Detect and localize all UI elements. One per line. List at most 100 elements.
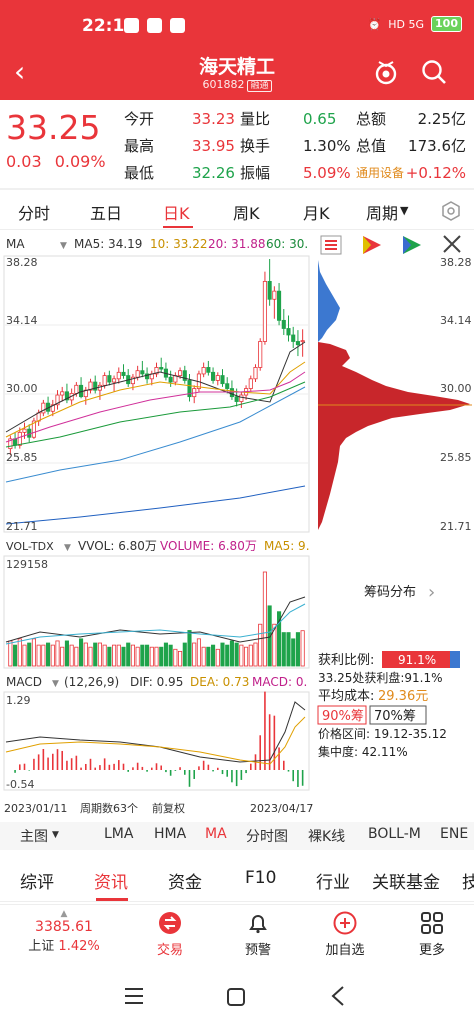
info-tab[interactable]: F10 — [245, 868, 276, 888]
volume-bar — [258, 623, 263, 667]
chip-title[interactable]: 筹码分布 — [364, 584, 416, 600]
chip-tool-icons — [320, 235, 461, 255]
volume-bar — [187, 630, 192, 667]
index-name: 上证 — [28, 939, 55, 954]
ma60-line — [5, 381, 306, 448]
stock-code-line: 601882 融通 — [0, 78, 474, 92]
indicator-tab-active[interactable]: MA — [205, 826, 227, 842]
candle-body — [211, 371, 216, 381]
candle-body — [22, 428, 27, 433]
chip90-label[interactable]: 90%筹 — [322, 708, 364, 724]
candle-body — [116, 371, 121, 380]
volume-bar — [234, 642, 239, 667]
kline-chart-area[interactable]: MA ▼ MA5: 34.19 10: 33.22 20: 31.88 60: … — [0, 232, 474, 820]
tab-period[interactable]: 月K — [303, 200, 330, 224]
chevron-right-icon[interactable]: › — [428, 582, 435, 603]
back-nav-icon[interactable] — [330, 985, 346, 1007]
candle-body — [286, 328, 291, 336]
macd-axis-label: 1.29 — [6, 694, 31, 707]
volume-bar — [17, 638, 22, 667]
volume-bar — [121, 646, 126, 667]
quote-label: 最低 — [124, 164, 155, 182]
volume-bar — [192, 642, 197, 667]
app-notification-icon — [170, 18, 185, 33]
volume-bar — [74, 646, 79, 667]
tab-period[interactable]: 五日 — [90, 200, 122, 224]
candle-body — [220, 375, 225, 385]
tab-period[interactable]: 周期 — [366, 200, 398, 224]
index-pct: 1.42% — [58, 939, 100, 954]
volume-bar — [112, 644, 117, 667]
volume-bar — [22, 644, 27, 667]
tab-period-active[interactable]: 日K — [163, 200, 190, 224]
triangle-up-icon: ▲ — [60, 909, 68, 919]
candle-body — [178, 370, 183, 376]
chevron-down-icon[interactable]: ▼ — [60, 241, 67, 251]
grid-icon — [421, 912, 443, 934]
plus-circle-icon — [333, 911, 357, 935]
open-value: 33.23 — [192, 110, 235, 128]
indicator-tab[interactable]: ENE — [440, 826, 468, 842]
ma5-legend: MA5: 34.19 — [74, 237, 142, 251]
volume-bar — [173, 648, 178, 667]
candle-body — [107, 375, 112, 383]
chip-profit-line: 33.25处获利盘:91.1% — [318, 670, 443, 685]
indicator-tab[interactable]: BOLL-M — [368, 826, 421, 842]
volume-bar — [130, 644, 135, 667]
indicator-tab[interactable]: 裸K线 — [308, 826, 345, 846]
macd-params: (12,26,9) — [64, 675, 119, 689]
sector-label[interactable]: 通用设备 — [356, 160, 404, 187]
chart-svg[interactable]: MA ▼ MA5: 34.19 10: 33.22 20: 31.88 60: … — [0, 232, 474, 820]
vol-legend-label[interactable]: VOL-TDX — [6, 540, 54, 553]
candle-body — [112, 378, 117, 383]
info-tab[interactable]: 综评 — [20, 868, 54, 893]
candle-body — [121, 371, 126, 376]
volume-bar — [46, 642, 51, 667]
chevron-down-icon[interactable]: ▼ — [64, 543, 71, 553]
indicator-tab[interactable]: HMA — [154, 826, 186, 842]
more-button[interactable]: 更多 — [412, 911, 452, 958]
tab-period[interactable]: 周K — [233, 200, 260, 224]
live-camera-icon[interactable] — [372, 58, 400, 86]
volume-bar — [126, 642, 131, 667]
home-icon[interactable] — [226, 987, 246, 1007]
info-tab-active[interactable]: 资讯 — [94, 868, 128, 893]
menu-icon[interactable] — [124, 987, 144, 1005]
tab-period[interactable]: 分时 — [18, 200, 50, 224]
indicator-tab[interactable]: 分时图 — [246, 826, 288, 846]
indicator-main-tab[interactable]: 主图 — [20, 826, 48, 846]
trade-button[interactable]: 交易 — [150, 911, 190, 958]
volume-bar — [102, 644, 107, 667]
info-tab[interactable]: 技 — [462, 868, 474, 893]
info-tab[interactable]: 资金 — [168, 868, 202, 893]
chevron-down-icon[interactable]: ▼ — [52, 679, 59, 689]
volume-bar — [27, 642, 32, 667]
chevron-down-icon[interactable]: ▼ — [400, 204, 408, 217]
candle-body — [229, 388, 234, 398]
indicator-tab[interactable]: LMA — [104, 826, 133, 842]
chevron-down-icon[interactable]: ▼ — [52, 830, 59, 840]
search-icon[interactable] — [420, 58, 448, 86]
chip-axis-label: 25.85 — [440, 451, 472, 464]
info-tab[interactable]: 行业 — [316, 868, 350, 893]
index-widget[interactable]: ▲ 3385.61 上证 1.42% — [26, 909, 102, 954]
info-tab[interactable]: 关联基金 — [372, 868, 440, 893]
candle-body — [234, 396, 239, 402]
settings-icon[interactable] — [440, 200, 462, 222]
candle-body — [267, 281, 272, 300]
date-end: 2023/04/17 — [250, 802, 313, 815]
trade-icon — [159, 912, 181, 934]
macd-legend-label[interactable]: MACD — [6, 675, 42, 689]
ma-legend-label[interactable]: MA — [6, 237, 25, 251]
margin-tag: 融通 — [247, 80, 272, 92]
candle-body — [102, 375, 107, 386]
macd-axis-label: -0.54 — [6, 778, 34, 791]
volume-bar — [60, 646, 65, 667]
chip70-label[interactable]: 70%筹 — [374, 708, 416, 724]
chip-axis-label: 21.71 — [440, 520, 472, 533]
alert-button[interactable]: 预警 — [238, 911, 278, 958]
add-watchlist-button[interactable]: 加自选 — [320, 911, 370, 958]
volume-bar — [149, 646, 154, 667]
period-tabs: 分时 五日 日K 周K 月K 周期 ▼ — [0, 192, 474, 230]
candle-body — [60, 391, 65, 396]
